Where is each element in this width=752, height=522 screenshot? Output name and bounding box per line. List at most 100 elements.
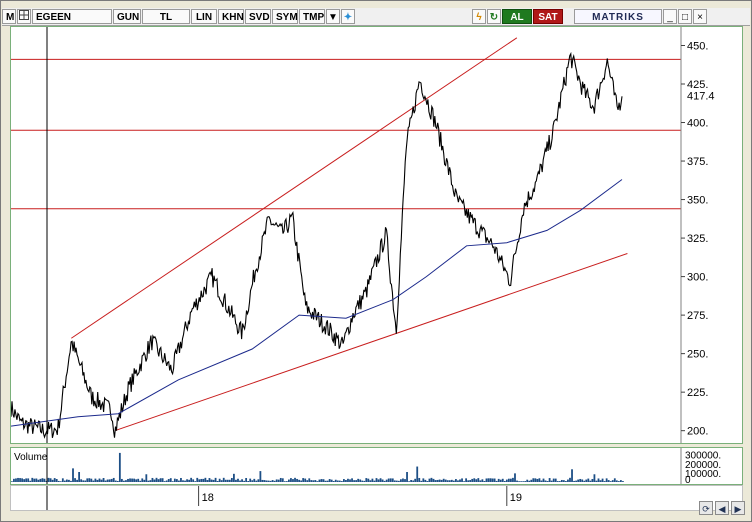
grid-icon[interactable] <box>17 9 31 24</box>
volume-bar <box>49 478 52 482</box>
volume-bar <box>591 479 594 482</box>
volume-bar <box>546 481 549 482</box>
volume-bar <box>320 479 323 482</box>
volume-bar <box>302 478 305 482</box>
volume-bar <box>477 478 480 482</box>
volume-bar <box>53 478 56 482</box>
volume-bar <box>446 480 449 482</box>
volume-chart-svg: Volume 300000.200000.100000.0 <box>11 448 721 486</box>
volume-bar <box>575 480 577 482</box>
volume-bar <box>375 478 378 482</box>
volume-bar <box>39 478 42 482</box>
volume-bar <box>548 478 551 482</box>
volume-bar <box>257 479 260 482</box>
volume-bar <box>300 480 303 482</box>
dropdown-arrow-icon[interactable]: ▼ <box>326 9 340 24</box>
volume-bar <box>267 480 270 482</box>
volume-bar <box>74 478 76 482</box>
volume-bar <box>118 452 121 482</box>
maximize-icon[interactable]: □ <box>678 9 692 24</box>
menu-button[interactable]: M <box>2 9 16 24</box>
volume-bar <box>581 479 584 482</box>
volume-bar <box>520 481 522 482</box>
volume-bar <box>279 477 282 482</box>
chart-type-button[interactable]: KHN <box>218 9 244 24</box>
volume-bar <box>308 478 311 482</box>
volume-bar <box>495 480 498 482</box>
buy-button[interactable]: AL <box>502 9 532 24</box>
volume-bar <box>147 480 150 482</box>
volume-bar <box>110 478 113 482</box>
volume-bar <box>86 478 89 482</box>
volume-bar <box>455 479 457 482</box>
volume-bar <box>120 478 123 482</box>
volume-bar <box>426 481 429 482</box>
symbol-field[interactable]: EGEEN <box>32 9 112 24</box>
volume-bar <box>294 477 296 482</box>
volume-bar <box>251 480 254 482</box>
volume-label: Volume <box>14 452 48 463</box>
volume-bar <box>567 479 569 482</box>
volume-bar <box>15 478 17 482</box>
volume-bar <box>153 479 156 482</box>
scale-button[interactable]: LIN <box>191 9 217 24</box>
volume-bar <box>528 480 531 482</box>
volume-bar <box>589 480 592 482</box>
price-panel[interactable]: 200. 225. 250. 275. 300. 325. 350. 375. 400. 425.… <box>10 26 743 444</box>
chart-toolbar: M EGEEN GUN TL LIN KHN SVD SYM TMP ▼ ✦ ϟ… <box>2 8 750 26</box>
volume-bar <box>340 481 343 482</box>
volume-bar <box>129 478 131 482</box>
volume-bar <box>336 480 339 482</box>
lightning-icon[interactable]: ϟ <box>472 9 486 24</box>
volume-bar <box>261 479 264 482</box>
volume-bar <box>298 479 300 482</box>
volume-bar <box>603 481 606 482</box>
template-button[interactable]: TMP <box>299 9 325 24</box>
volume-bar <box>137 478 140 482</box>
sell-button[interactable]: SAT <box>533 9 563 24</box>
volume-bar <box>271 480 274 482</box>
volume-bar <box>536 478 539 482</box>
volume-bar <box>275 479 278 482</box>
volume-bar <box>538 478 541 482</box>
volume-bar <box>617 481 620 482</box>
volume-bar <box>338 480 341 482</box>
volume-bar <box>106 479 109 482</box>
volume-bar <box>587 478 590 482</box>
volume-bar <box>428 478 431 482</box>
volume-bar <box>237 478 239 482</box>
volume-panel[interactable]: Volume 300000. 200000. 100000. 0 <box>10 447 743 486</box>
volume-bar <box>534 478 537 482</box>
volume-bar <box>70 480 72 482</box>
close-icon[interactable]: × <box>693 9 707 24</box>
volume-bar <box>369 480 372 482</box>
volume-bar <box>182 480 184 482</box>
symbol-button[interactable]: SYM <box>272 9 298 24</box>
sync-icon[interactable]: ⟳ <box>699 501 713 515</box>
currency-button[interactable]: TL <box>142 9 190 24</box>
refresh-icon[interactable]: ↻ <box>487 9 501 24</box>
volume-bar <box>381 479 384 482</box>
volume-bar <box>471 478 474 482</box>
volume-bar <box>149 480 152 482</box>
minimize-icon[interactable]: _ <box>663 9 677 24</box>
volume-bar <box>432 478 435 482</box>
volume-bar <box>104 480 107 482</box>
volume-bar <box>560 479 563 482</box>
volume-bar <box>347 478 349 482</box>
scroll-right-icon[interactable]: ▶ <box>731 501 745 515</box>
volume-bar <box>444 479 447 482</box>
volume-bar <box>463 481 465 482</box>
volume-bar <box>31 477 34 482</box>
volume-bar <box>212 479 215 482</box>
save-button[interactable]: SVD <box>245 9 271 24</box>
scroll-left-icon[interactable]: ◀ <box>715 501 729 515</box>
volume-bar <box>334 479 337 482</box>
volume-bar <box>269 480 272 482</box>
volume-bar <box>108 479 111 482</box>
volume-bar <box>208 478 211 482</box>
volume-bar <box>607 480 610 482</box>
period-button[interactable]: GUN <box>113 9 141 24</box>
volume-bar <box>371 478 374 482</box>
twitter-bird-icon[interactable]: ✦ <box>341 9 355 24</box>
